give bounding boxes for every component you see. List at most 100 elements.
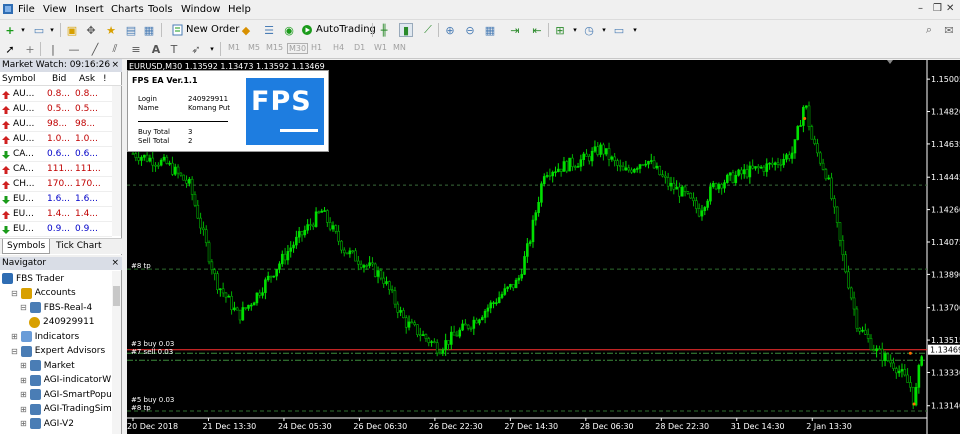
- market-watch-row[interactable]: AU... 98... 98...: [0, 117, 112, 132]
- expand-icon[interactable]: ⊞: [20, 419, 27, 428]
- menu-help[interactable]: Help: [228, 4, 251, 15]
- crosshair-icon[interactable]: +: [23, 42, 37, 56]
- templates-icon[interactable]: ▭: [612, 23, 626, 37]
- expand-icon[interactable]: ⊟: [11, 289, 18, 298]
- strategy-tester-icon[interactable]: ▦: [142, 23, 156, 37]
- navigator-item[interactable]: ⊟ Expert Advisors: [11, 345, 105, 358]
- expand-icon[interactable]: ⊟: [20, 303, 27, 312]
- data-window-icon[interactable]: ✥: [84, 23, 98, 37]
- dropdown-arrow-icon[interactable]: ▾: [628, 23, 642, 37]
- menu-file[interactable]: File: [18, 4, 35, 15]
- terminal-icon[interactable]: ▤: [124, 23, 138, 37]
- column-bid[interactable]: Bid: [52, 74, 66, 84]
- navigator-scrollbar[interactable]: [112, 271, 121, 434]
- market-watch-row[interactable]: CA... 0.6... 0.6...: [0, 147, 112, 162]
- navigator-item[interactable]: ⊞ Indicators: [11, 330, 79, 343]
- navigator-icon[interactable]: ★: [104, 23, 118, 37]
- expand-icon[interactable]: ⊞: [11, 332, 18, 341]
- market-watch-row[interactable]: CH... 170... 170...: [0, 177, 112, 192]
- menu-charts[interactable]: Charts: [111, 4, 144, 15]
- column-symbol[interactable]: Symbol: [2, 74, 36, 84]
- navigator-item[interactable]: ⊞ Market: [20, 359, 75, 372]
- expand-icon[interactable]: ⊞: [20, 405, 27, 414]
- navigator-item[interactable]: 240929911: [29, 316, 95, 329]
- column-ask[interactable]: Ask: [79, 74, 95, 84]
- expand-icon[interactable]: ⊞: [20, 376, 27, 385]
- cursor-icon[interactable]: ➚: [3, 42, 17, 56]
- close-icon[interactable]: ×: [111, 257, 119, 270]
- market-watch-row[interactable]: AU... 1.0... 1.0...: [0, 132, 112, 147]
- navigator-item[interactable]: ⊞ AGI-indicatorW: [20, 374, 111, 387]
- chat-icon[interactable]: ☰: [262, 23, 276, 37]
- globe-icon[interactable]: ◉: [282, 23, 296, 37]
- dropdown-arrow-icon[interactable]: ▾: [16, 23, 30, 37]
- timeframe-m5[interactable]: M5: [248, 43, 260, 52]
- timeframe-d1[interactable]: D1: [354, 43, 365, 52]
- timeframe-m15[interactable]: M15: [266, 43, 283, 52]
- timeframe-mn[interactable]: MN: [393, 43, 406, 52]
- expand-icon[interactable]: ⊞: [20, 390, 27, 399]
- market-watch-row[interactable]: EU... 0.9... 0.9...: [0, 222, 112, 237]
- dropdown-arrow-icon[interactable]: ▾: [568, 23, 582, 37]
- autoscroll-icon[interactable]: ⇤: [530, 23, 544, 37]
- navigator-item[interactable]: ⊟ FBS-Real-4: [20, 301, 92, 314]
- minimize-button[interactable]: –: [918, 3, 923, 14]
- dropdown-arrow-icon[interactable]: ▾: [205, 42, 219, 56]
- indicators-list-icon[interactable]: ⊞: [553, 23, 567, 37]
- timeframe-w1[interactable]: W1: [374, 43, 387, 52]
- zoom-in-icon[interactable]: ⊕: [443, 23, 457, 37]
- market-watch-row[interactable]: AU... 0.5... 0.5...: [0, 102, 112, 117]
- navigator-item[interactable]: ⊞ AGI-V2: [20, 417, 74, 430]
- timeframe-m30[interactable]: M30: [287, 43, 309, 54]
- market-watch-icon[interactable]: ▣: [65, 23, 79, 37]
- navigator-item[interactable]: ⊞ AGI-TradingSim: [20, 403, 112, 416]
- column-alert[interactable]: !: [103, 74, 107, 84]
- market-watch-row[interactable]: AU... 0.8... 0.8...: [0, 87, 112, 102]
- market-watch-row[interactable]: EU... 1.4... 1.4...: [0, 207, 112, 222]
- autotrading-button[interactable]: AutoTrading: [301, 22, 376, 37]
- navigator-item[interactable]: ⊞ AGI-SmartPopu: [20, 388, 112, 401]
- vertical-line-icon[interactable]: |: [46, 42, 60, 56]
- new-order-button[interactable]: New Order: [172, 22, 239, 37]
- tile-windows-icon[interactable]: ▦: [483, 23, 497, 37]
- chart-window[interactable]: EURUSD,M30 1.13592 1.13473 1.13592 1.134…: [127, 60, 960, 434]
- menu-insert[interactable]: Insert: [75, 4, 104, 15]
- horizontal-line-icon[interactable]: —: [67, 42, 81, 56]
- tab-symbols[interactable]: Symbols: [2, 239, 51, 254]
- metaeditor-icon[interactable]: ◆: [239, 23, 253, 37]
- timeframe-h4[interactable]: H4: [333, 43, 344, 52]
- dropdown-arrow-icon[interactable]: ▾: [45, 23, 59, 37]
- trendline-icon[interactable]: ╱: [88, 42, 102, 56]
- periods-icon[interactable]: ◷: [582, 23, 596, 37]
- candlestick-icon[interactable]: ▮: [399, 23, 413, 37]
- navigator-item[interactable]: FBS Trader: [2, 272, 64, 285]
- arrows-tool-icon[interactable]: ➶: [189, 42, 203, 56]
- market-watch-row[interactable]: EU... 1.6... 1.6...: [0, 192, 112, 207]
- timeframe-m1[interactable]: M1: [228, 43, 240, 52]
- navigator-item[interactable]: ⊟ Accounts: [11, 287, 76, 300]
- expand-icon[interactable]: ⊟: [11, 347, 18, 356]
- messages-icon[interactable]: ✉: [942, 23, 956, 37]
- close-icon[interactable]: ×: [111, 59, 119, 72]
- restore-button[interactable]: ❒: [933, 3, 942, 14]
- scrollbar-thumb[interactable]: [113, 286, 120, 306]
- timeframe-h1[interactable]: H1: [311, 43, 322, 52]
- text-tool-icon[interactable]: A: [149, 42, 163, 56]
- line-chart-icon[interactable]: ⟋: [421, 23, 435, 37]
- dropdown-arrow-icon[interactable]: ▾: [597, 23, 611, 37]
- market-watch-row[interactable]: CA... 111... 111...: [0, 162, 112, 177]
- tab-tick-chart[interactable]: Tick Chart: [52, 239, 105, 254]
- new-chart-icon[interactable]: +: [3, 23, 17, 37]
- expand-icon[interactable]: ⊞: [20, 361, 27, 370]
- menu-view[interactable]: View: [43, 4, 67, 15]
- bar-chart-icon[interactable]: ╫: [377, 23, 391, 37]
- close-button[interactable]: ✕: [946, 3, 954, 14]
- market-watch-scrollbar[interactable]: [112, 86, 121, 236]
- menu-tools[interactable]: Tools: [148, 4, 173, 15]
- zoom-out-icon[interactable]: ⊖: [463, 23, 477, 37]
- fibonacci-icon[interactable]: ≡: [129, 42, 143, 56]
- profiles-icon[interactable]: ▭: [32, 23, 46, 37]
- channel-icon[interactable]: ⫽: [108, 42, 122, 56]
- label-tool-icon[interactable]: T: [167, 42, 181, 56]
- search-icon[interactable]: ⌕: [922, 23, 936, 37]
